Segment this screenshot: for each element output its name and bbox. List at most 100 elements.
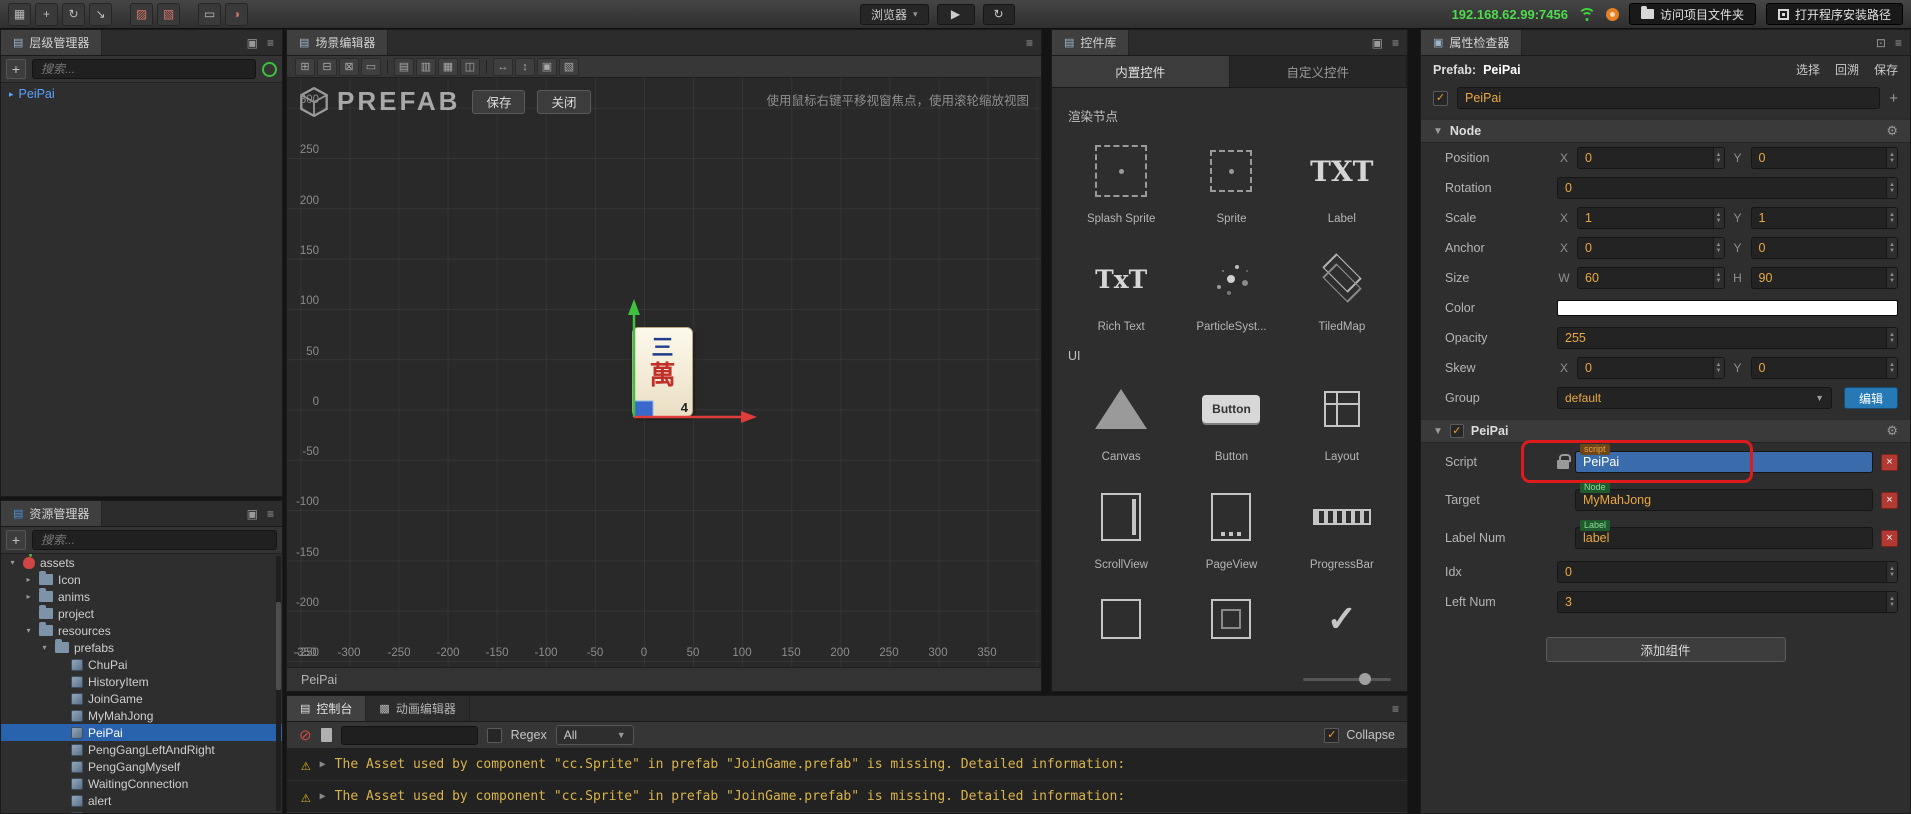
asset-item-selected[interactable]: PeiPai bbox=[1, 724, 282, 741]
gear-icon[interactable]: ⚙ bbox=[1886, 123, 1898, 139]
left-num-field[interactable]: 3 ▲ ▼ bbox=[1557, 591, 1898, 613]
hierarchy-search-input[interactable] bbox=[32, 59, 256, 79]
skew-x-field[interactable]: 0 ▲ ▼ bbox=[1577, 357, 1725, 379]
library-zoom-slider[interactable] bbox=[1303, 673, 1391, 685]
scene-toolbar-icon[interactable]: ▧ bbox=[559, 57, 579, 76]
size-h-field[interactable]: 90 ▲ ▼ bbox=[1750, 267, 1898, 289]
preview-target-dropdown[interactable]: 浏览器 ▾ bbox=[860, 3, 929, 25]
library-item-pageview[interactable]: PageView bbox=[1176, 485, 1286, 571]
scene-toolbar-icon[interactable]: ▣ bbox=[537, 57, 557, 76]
label-num-field[interactable]: label bbox=[1575, 527, 1873, 549]
assets-scrollbar[interactable] bbox=[276, 556, 281, 811]
selection-tool-icon[interactable]: ▦ bbox=[8, 2, 31, 26]
rotate-tool-icon[interactable]: ↻ bbox=[62, 2, 85, 26]
tab-library[interactable]: ▤ 控件库 bbox=[1052, 30, 1130, 55]
scene-toolbar-icon[interactable]: ▥ bbox=[416, 57, 436, 76]
rect-transform-icon[interactable]: ▭ bbox=[198, 2, 221, 26]
expand-panel-icon[interactable]: ⊡ bbox=[1876, 36, 1886, 50]
y-axis-arrow[interactable] bbox=[628, 299, 640, 315]
gear-icon[interactable]: ⚙ bbox=[1886, 423, 1898, 439]
opacity-field[interactable]: 255 ▲ ▼ bbox=[1557, 327, 1898, 349]
scene-toolbar-icon[interactable]: ↕ bbox=[515, 57, 535, 76]
close-prefab-button[interactable]: 关闭 bbox=[537, 89, 591, 114]
tab-scene-editor[interactable]: ▤ 场景编辑器 bbox=[287, 30, 389, 55]
library-item-canvas[interactable]: Canvas bbox=[1066, 377, 1176, 463]
regex-checkbox[interactable]: ✓ bbox=[486, 727, 502, 743]
clear-console-icon[interactable]: ⊘ bbox=[299, 728, 312, 743]
expand-icon[interactable]: ▶ bbox=[320, 791, 326, 802]
scene-toolbar-icon[interactable]: ⊠ bbox=[339, 57, 359, 76]
library-item-layout[interactable]: Layout bbox=[1287, 377, 1397, 463]
log-file-icon[interactable] bbox=[320, 728, 332, 742]
library-item-scrollview[interactable]: ScrollView bbox=[1066, 485, 1176, 571]
rotation-field[interactable]: 0 ▲ ▼ bbox=[1557, 177, 1898, 199]
chevron-right-icon[interactable]: ▸ bbox=[23, 575, 34, 584]
library-item-particlesystem[interactable]: ParticleSyst... bbox=[1176, 247, 1286, 333]
anchor-x-field[interactable]: 0 ▲ ▼ bbox=[1577, 237, 1725, 259]
asset-item[interactable]: PengGangLeftAndRight bbox=[1, 741, 282, 758]
asset-item[interactable]: ▾ resources bbox=[1, 622, 282, 639]
library-item-splash-sprite[interactable]: Splash Sprite bbox=[1066, 139, 1176, 225]
prefab-revert-link[interactable]: 回溯 bbox=[1835, 61, 1859, 78]
menu-icon[interactable]: ≡ bbox=[1392, 36, 1399, 50]
component-section-header[interactable]: ▼ ✓ PeiPai ⚙ bbox=[1421, 419, 1910, 443]
expand-icon[interactable]: ▶ bbox=[320, 759, 326, 770]
color-swatch[interactable] bbox=[1557, 300, 1898, 316]
asset-item[interactable]: PengGangMyself bbox=[1, 758, 282, 775]
open-project-folder-button[interactable]: 访问项目文件夹 bbox=[1628, 3, 1756, 25]
script-field[interactable]: PeiPai bbox=[1575, 451, 1873, 473]
tab-builtin-controls[interactable]: 内置控件 bbox=[1052, 56, 1230, 87]
idx-field[interactable]: 0 ▲ ▼ bbox=[1557, 561, 1898, 583]
library-item-progressbar[interactable]: ProgressBar bbox=[1287, 485, 1397, 571]
size-w-field[interactable]: 60 ▲ ▼ bbox=[1577, 267, 1725, 289]
library-item-editbox[interactable] bbox=[1066, 587, 1176, 651]
create-asset-button[interactable]: + bbox=[6, 530, 26, 550]
tab-hierarchy[interactable]: ▤ 层级管理器 bbox=[1, 30, 103, 55]
add-component-button[interactable]: 添加组件 bbox=[1545, 637, 1786, 662]
library-item-button[interactable]: Button Button bbox=[1176, 377, 1286, 463]
console-warning-row[interactable]: ⚠ ▶ The Asset used by component "cc.Spri… bbox=[287, 781, 1407, 813]
hierarchy-item-peipai[interactable]: ▸ PeiPai bbox=[1, 83, 282, 105]
pivot-toggle-icon[interactable]: ▨ bbox=[130, 2, 153, 26]
asset-item[interactable]: ▸ anims bbox=[1, 588, 282, 605]
refresh-button[interactable]: ↻ bbox=[982, 3, 1015, 25]
library-item-toggle[interactable]: ✓ bbox=[1287, 587, 1397, 651]
asset-item[interactable]: JoinGame bbox=[1, 690, 282, 707]
prefab-select-link[interactable]: 选择 bbox=[1796, 61, 1820, 78]
skew-y-field[interactable]: 0 ▲ ▼ bbox=[1750, 357, 1898, 379]
library-item-label[interactable]: TXT Label bbox=[1287, 139, 1397, 226]
remove-reference-button[interactable]: × bbox=[1881, 453, 1898, 471]
scene-toolbar-icon[interactable]: ↔ bbox=[493, 57, 513, 76]
console-warning-row[interactable]: ⚠ ▶ The Asset used by component "cc.Spri… bbox=[287, 749, 1407, 781]
play-button[interactable]: ▶ bbox=[936, 3, 975, 25]
chevron-down-icon[interactable]: ▾ bbox=[23, 626, 34, 635]
group-edit-button[interactable]: 编辑 bbox=[1844, 387, 1898, 409]
tab-animation-editor[interactable]: ▩ 动画编辑器 bbox=[366, 696, 470, 721]
link-indicator-icon[interactable] bbox=[262, 61, 277, 77]
create-node-button[interactable]: + bbox=[6, 59, 26, 79]
scale-x-field[interactable]: 1 ▲ ▼ bbox=[1577, 207, 1725, 229]
menu-icon[interactable]: ≡ bbox=[267, 36, 274, 50]
component-enabled-checkbox[interactable]: ✓ bbox=[1449, 424, 1464, 438]
asset-item[interactable]: ▾ prefabs bbox=[1, 639, 282, 656]
asset-item[interactable]: ChuPai bbox=[1, 656, 282, 673]
scene-toolbar-icon[interactable]: ⊞ bbox=[295, 57, 315, 76]
asset-item[interactable]: HistoryItem bbox=[1, 673, 282, 690]
snapshot-icon[interactable]: ▣ bbox=[1372, 36, 1383, 50]
scene-toolbar-icon[interactable]: ▭ bbox=[361, 57, 381, 76]
scale-y-field[interactable]: 1 ▲ ▼ bbox=[1750, 207, 1898, 229]
menu-icon[interactable]: ≡ bbox=[267, 507, 274, 521]
asset-item[interactable]: emoji bbox=[1, 809, 282, 813]
transform-gizmo[interactable] bbox=[617, 293, 777, 433]
group-dropdown[interactable]: default ▼ bbox=[1557, 387, 1832, 409]
scene-toolbar-icon[interactable]: ▤ bbox=[394, 57, 414, 76]
console-filter-input[interactable] bbox=[340, 725, 478, 745]
asset-item[interactable]: ▾ assets bbox=[1, 554, 282, 571]
collapse-checkbox[interactable]: ✓ bbox=[1324, 727, 1340, 743]
library-item-widget[interactable] bbox=[1176, 587, 1286, 651]
snapshot-icon[interactable]: ▣ bbox=[247, 36, 258, 50]
tab-assets[interactable]: ▤ 资源管理器 bbox=[1, 501, 103, 526]
target-field[interactable]: MyMahJong bbox=[1575, 489, 1873, 511]
library-item-rich-text[interactable]: TxT Rich Text bbox=[1066, 247, 1176, 334]
scene-toolbar-icon[interactable]: ◫ bbox=[460, 57, 480, 76]
